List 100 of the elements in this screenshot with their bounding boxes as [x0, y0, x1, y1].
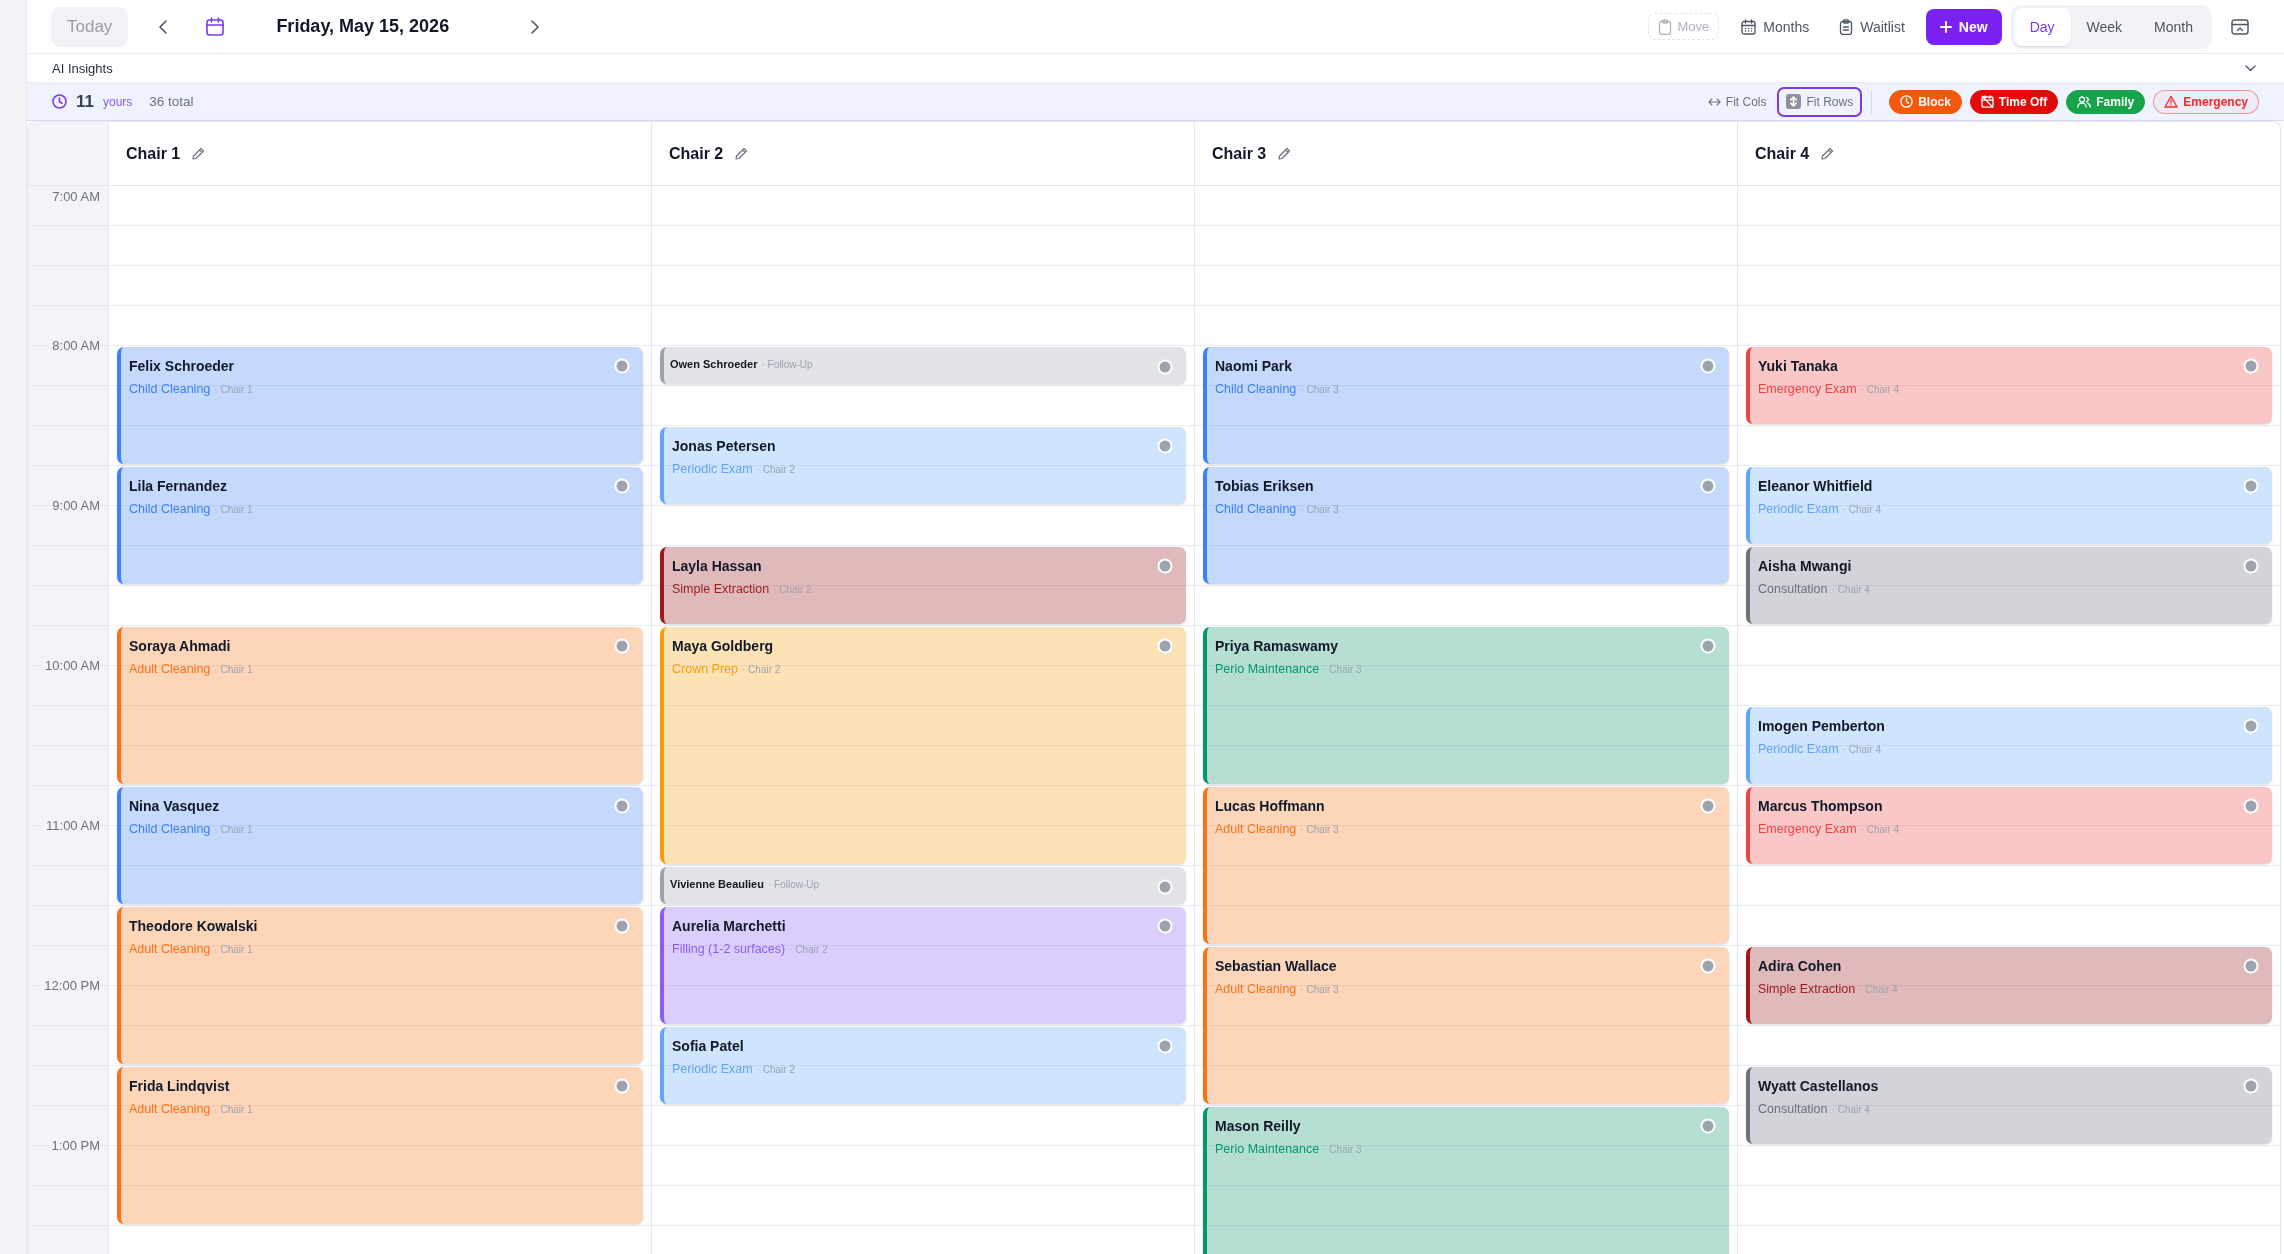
chevron-left-icon[interactable] [159, 19, 168, 34]
appointment-type: · Follow-Up [761, 358, 813, 370]
patient-name: Imogen Pemberton [1758, 717, 1885, 735]
status-dot-icon [614, 358, 630, 374]
appointment-card[interactable]: Owen Schroeder · Follow-Up [660, 347, 1186, 384]
chair-label: · Chair 4 [1842, 743, 1881, 757]
count-label: yours [103, 94, 133, 109]
chair-label: · Chair 3 [1300, 383, 1339, 397]
appointment-card[interactable]: Maya Goldberg Crown Prep · Chair 2 [660, 627, 1186, 864]
appointment-type: Child Cleaning [129, 821, 211, 837]
appointment-card[interactable]: Naomi Park Child Cleaning · Chair 3 [1203, 347, 1729, 464]
appointment-card[interactable]: Imogen Pemberton Periodic Exam · Chair 4 [1746, 707, 2272, 784]
appointment-card[interactable]: Tobias Eriksen Child Cleaning · Chair 3 [1203, 467, 1729, 584]
appointment-card[interactable]: Yuki Tanaka Emergency Exam · Chair 4 [1746, 347, 2272, 424]
appointment-card[interactable]: Frida Lindqvist Adult Cleaning · Chair 1 [117, 1067, 643, 1224]
patient-name: Lila Fernandez [129, 477, 228, 495]
appointment-type: Simple Extraction [672, 581, 770, 597]
chair-label: · Chair 1 [214, 823, 253, 837]
clipboard-icon [1657, 18, 1672, 35]
status-dot-icon [2243, 478, 2259, 494]
appointment-card[interactable]: Adira Cohen Simple Extraction · Chair 4 [1746, 947, 2272, 1024]
fit-toggle[interactable]: Fit Rows [1777, 86, 1863, 117]
chair-label: · Chair 4 [1860, 823, 1899, 837]
appointment-card[interactable]: Sofia Patel Periodic Exam · Chair 2 [660, 1027, 1186, 1104]
column-title: Chair 3 [1212, 144, 1267, 163]
status-dot-icon [2243, 1078, 2259, 1094]
patient-name: Yuki Tanaka [1758, 357, 1838, 375]
new-button[interactable]: New [1925, 8, 2002, 45]
appointment-card[interactable]: Jonas Petersen Periodic Exam · Chair 2 [660, 427, 1186, 504]
appointment-card[interactable]: Mason Reilly Perio Maintenance · Chair 3 [1203, 1107, 1729, 1254]
patient-name: Mason Reilly [1215, 1117, 1301, 1135]
appointment-card[interactable]: Soraya Ahmadi Adult Cleaning · Chair 1 [117, 627, 643, 784]
clock-icon [1900, 95, 1914, 108]
appointment-card[interactable]: Felix Schroeder Child Cleaning · Chair 1 [117, 347, 643, 464]
chair-label: · Chair 2 [756, 1063, 795, 1077]
double-arrow-icon [1707, 97, 1721, 106]
status-dot-icon [1157, 638, 1173, 654]
appointment-card[interactable]: Nina Vasquez Child Cleaning · Chair 1 [117, 787, 643, 904]
appointment-card[interactable]: Theodore Kowalski Adult Cleaning · Chair 1 [117, 907, 643, 1064]
calendar-icon [1741, 18, 1757, 35]
chair-label: · Chair 3 [1323, 663, 1362, 677]
patient-name: Layla Hassan [672, 557, 762, 575]
status-dot-icon [2243, 558, 2259, 574]
pencil-icon[interactable] [1278, 147, 1292, 160]
appointment-card[interactable]: Vivienne Beaulieu · Follow-Up [660, 867, 1186, 904]
people-icon [2077, 95, 2092, 108]
chair-label: · Chair 1 [214, 663, 253, 677]
appointment-type: Child Cleaning [129, 501, 211, 517]
patient-name: Jonas Petersen [672, 437, 776, 455]
view-tab[interactable]: Week [2070, 7, 2139, 46]
pencil-icon[interactable] [192, 147, 206, 160]
appointment-card[interactable]: Aurelia Marchetti Filling (1-2 surfaces) · Chair 2 [660, 907, 1186, 1024]
patient-name: Theodore Kowalski [129, 917, 258, 935]
appointment-card[interactable]: Priya Ramaswamy Perio Maintenance · Chair 3 [1203, 627, 1729, 784]
chair-label: · Chair 3 [1300, 823, 1339, 837]
patient-name: Tobias Eriksen [1215, 477, 1314, 495]
chair-label: · Chair 4 [1842, 503, 1881, 517]
status-dot-icon [614, 918, 630, 934]
clipboard-icon [1839, 18, 1854, 35]
appointment-type: Adult Cleaning [1215, 821, 1297, 837]
appointment-type: Periodic Exam [672, 1061, 753, 1077]
pencil-icon[interactable] [735, 147, 749, 160]
clock-icon [52, 94, 67, 109]
appointment-card[interactable]: Sebastian Wallace Adult Cleaning · Chair 3 [1203, 947, 1729, 1104]
appointment-type: Adult Cleaning [1215, 981, 1297, 997]
panel-icon[interactable] [2231, 18, 2249, 35]
appointment-type: Periodic Exam [672, 461, 753, 477]
appointment-card[interactable]: Lila Fernandez Child Cleaning · Chair 1 [117, 467, 643, 584]
fit-toggle[interactable]: Fit Cols [1698, 86, 1776, 117]
status-dot-icon [614, 638, 630, 654]
quick-add-button[interactable]: Emergency [2153, 89, 2259, 114]
warning-icon [2164, 95, 2179, 108]
patient-name: Felix Schroeder [129, 357, 235, 375]
chevron-right-icon[interactable] [531, 19, 540, 34]
plus-icon [1939, 20, 1952, 33]
status-dot-icon [614, 798, 630, 814]
patient-name: Adira Cohen [1758, 957, 1842, 975]
patient-name: Eleanor Whitfield [1758, 477, 1873, 495]
chevron-down-icon[interactable] [2245, 64, 2256, 72]
column-title: Chair 1 [126, 144, 181, 163]
appointment-card[interactable]: Eleanor Whitfield Periodic Exam · Chair 4 [1746, 467, 2272, 544]
status-dot-icon [1157, 438, 1173, 454]
date-title: Friday, May 15, 2026 [276, 16, 450, 37]
status-dot-icon [614, 1078, 630, 1094]
chair-label: · Chair 3 [1323, 1143, 1362, 1157]
toolbar-button[interactable]: Months [1733, 11, 1818, 42]
status-dot-icon [2243, 718, 2259, 734]
patient-name: Maya Goldberg [672, 637, 774, 655]
view-tab[interactable]: Day [2013, 7, 2071, 46]
chair-label: · Chair 1 [214, 943, 253, 957]
appointment-card[interactable]: Marcus Thompson Emergency Exam · Chair 4 [1746, 787, 2272, 864]
appointment-card[interactable]: Layla Hassan Simple Extraction · Chair 2 [660, 547, 1186, 624]
calendar-icon[interactable] [206, 17, 225, 36]
quick-add-button[interactable]: Time Off [1969, 89, 2059, 114]
toolbar-button[interactable]: Waitlist [1831, 11, 1913, 42]
view-tab[interactable]: Month [2138, 7, 2209, 46]
pencil-icon[interactable] [1821, 147, 1835, 160]
patient-name: Vivienne Beaulieu [670, 877, 764, 892]
status-dot-icon [1700, 478, 1716, 494]
appointment-card[interactable]: Lucas Hoffmann Adult Cleaning · Chair 3 [1203, 787, 1729, 944]
